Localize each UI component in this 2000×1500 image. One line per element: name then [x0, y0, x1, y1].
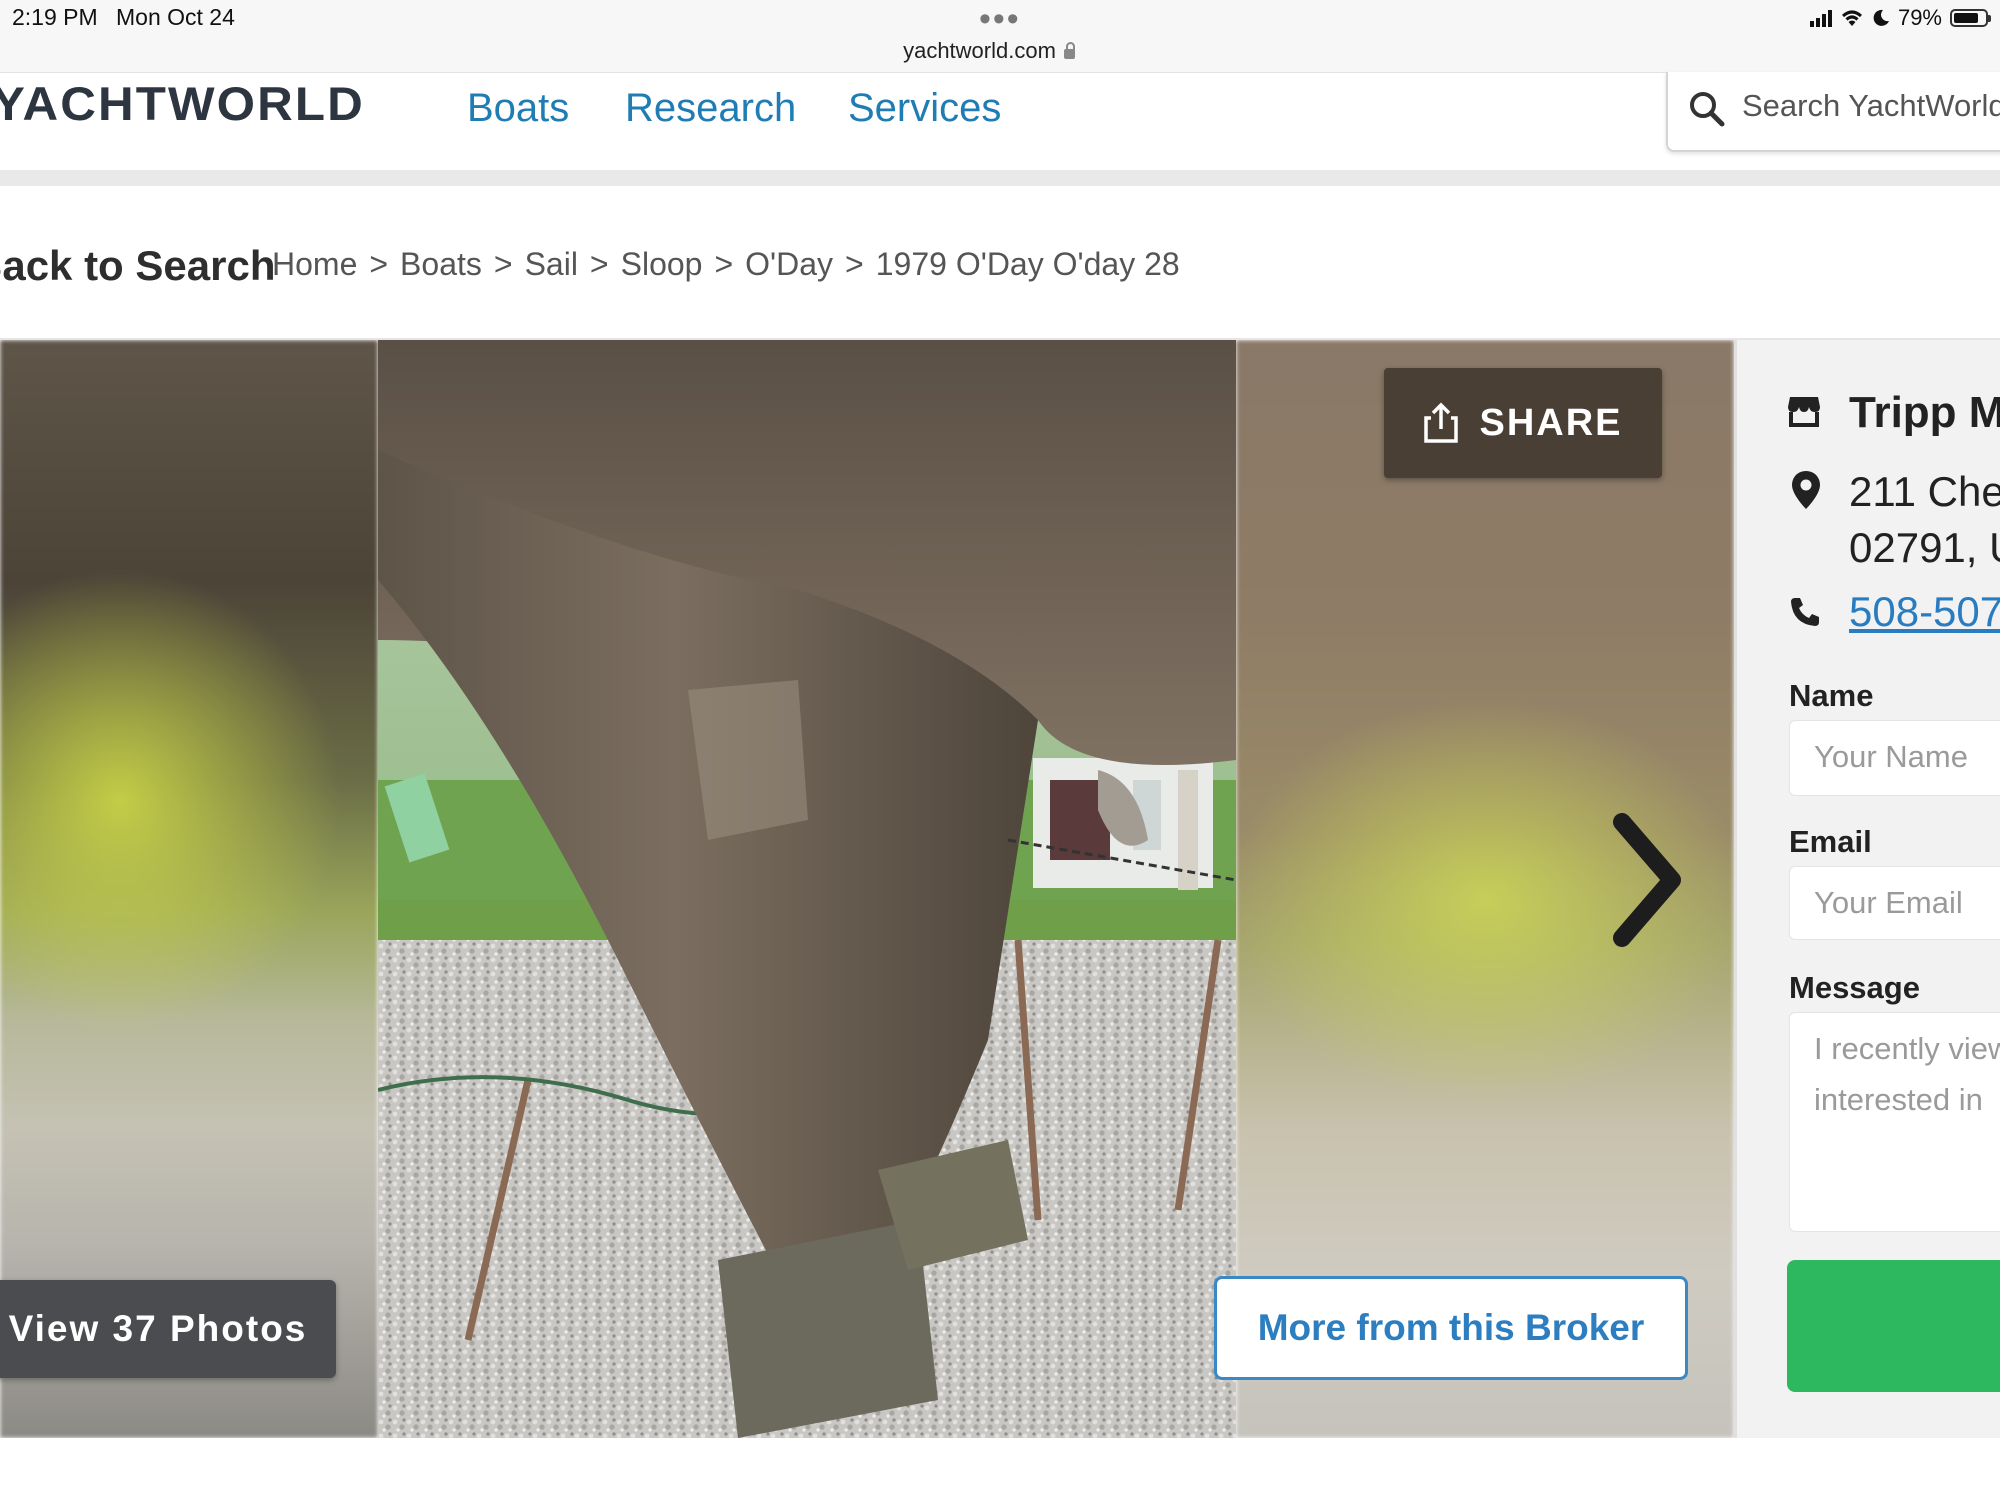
name-placeholder: Your Name: [1814, 739, 1968, 774]
message-text-line-1: I recently viewed: [1814, 1031, 2000, 1066]
contact-sidebar: Tripp Marine 211 Chester 02791, US 508-5…: [1734, 340, 2000, 1438]
more-from-broker-label: More from this Broker: [1257, 1307, 1645, 1348]
name-label: Name: [1789, 678, 1874, 713]
tab-options-icon[interactable]: •••: [979, 0, 1021, 39]
email-placeholder: Your Email: [1814, 885, 1963, 920]
message-field[interactable]: I recently viewed interested in: [1789, 1012, 2000, 1232]
header-divider: [0, 170, 2000, 186]
cellular-signal-icon: [1809, 9, 1832, 27]
share-button[interactable]: SHARE: [1384, 368, 1662, 478]
email-label: Email: [1789, 824, 1872, 859]
battery-icon: [1950, 9, 1991, 27]
site-logo[interactable]: YACHTWORLD: [0, 76, 365, 131]
share-label: SHARE: [1479, 401, 1623, 444]
address-bar[interactable]: yachtworld.com: [0, 38, 1978, 64]
submit-button[interactable]: [1787, 1260, 2000, 1392]
breadcrumb-separator: >: [493, 246, 513, 282]
url-text: yachtworld.com: [903, 38, 1056, 63]
chevron-right-icon[interactable]: [1602, 810, 1692, 950]
breadcrumb-separator: >: [845, 246, 864, 282]
breadcrumb: Home > Boats > Sail > Sloop > O'Day >1979 O'Day O…: [272, 246, 1192, 283]
breadcrumb-sloop[interactable]: Sloop: [621, 246, 703, 282]
lock-icon: [1063, 42, 1075, 59]
photo-gallery[interactable]: SHARE View 37 Photos More from this Brok…: [0, 340, 1734, 1438]
store-icon: [1788, 397, 1820, 427]
search-input[interactable]: Search YachtWorld: [1666, 72, 2000, 152]
name-field[interactable]: Your Name: [1789, 720, 2000, 796]
status-time: 2:19 PM: [12, 4, 98, 30]
breadcrumb-sail[interactable]: Sail: [525, 246, 578, 282]
nav-research[interactable]: Research: [625, 86, 796, 131]
back-to-search-link[interactable]: Back to Search: [0, 242, 275, 290]
breadcrumb-oday[interactable]: O'Day: [745, 246, 833, 282]
status-date: Mon Oct 24: [116, 4, 235, 30]
share-icon: [1424, 402, 1459, 443]
battery-percent: 79%: [1897, 5, 1942, 30]
status-indicators: 79%: [1809, 5, 1991, 30]
view-photos-button[interactable]: View 37 Photos: [0, 1280, 336, 1378]
main-boat-photo[interactable]: [378, 340, 1236, 1438]
search-placeholder: Search YachtWorld: [1742, 88, 2000, 123]
breadcrumb-separator: >: [369, 246, 389, 282]
breadcrumb-boats[interactable]: Boats: [400, 246, 482, 282]
wifi-icon: [1841, 10, 1862, 26]
breadcrumb-separator: >: [714, 246, 734, 282]
dealer-name[interactable]: Tripp Marine: [1849, 388, 2000, 438]
dealer-address: 211 Chester 02791, US: [1849, 464, 2000, 576]
email-field[interactable]: Your Email: [1789, 866, 2000, 940]
view-photos-label: View 37 Photos: [8, 1308, 308, 1349]
status-bar: 2:19 PM Mon Oct 24 ••• yachtworld.com 79…: [0, 0, 2000, 73]
breadcrumb-current: 1979 O'Day O'day 28: [875, 246, 1180, 282]
search-icon: [1690, 92, 1725, 127]
moon-icon: [1873, 9, 1889, 26]
message-text-line-2: interested in: [1814, 1082, 1983, 1117]
address-line-1: 211 Chester: [1849, 468, 2000, 515]
phone-icon: [1791, 598, 1819, 626]
page-footer-space: [0, 1438, 2000, 1500]
address-line-2: 02791, US: [1849, 524, 2000, 571]
breadcrumb-separator: >: [589, 246, 609, 282]
more-from-broker-button[interactable]: More from this Broker: [1214, 1276, 1688, 1380]
message-label: Message: [1789, 970, 1920, 1005]
nav-services[interactable]: Services: [848, 86, 1001, 131]
breadcrumb-home[interactable]: Home: [272, 246, 357, 282]
dealer-phone-link[interactable]: 508-507: [1849, 588, 2000, 636]
location-pin-icon: [1792, 471, 1820, 509]
gallery-blur-left: [0, 340, 378, 1438]
nav-boats[interactable]: Boats: [467, 86, 569, 131]
